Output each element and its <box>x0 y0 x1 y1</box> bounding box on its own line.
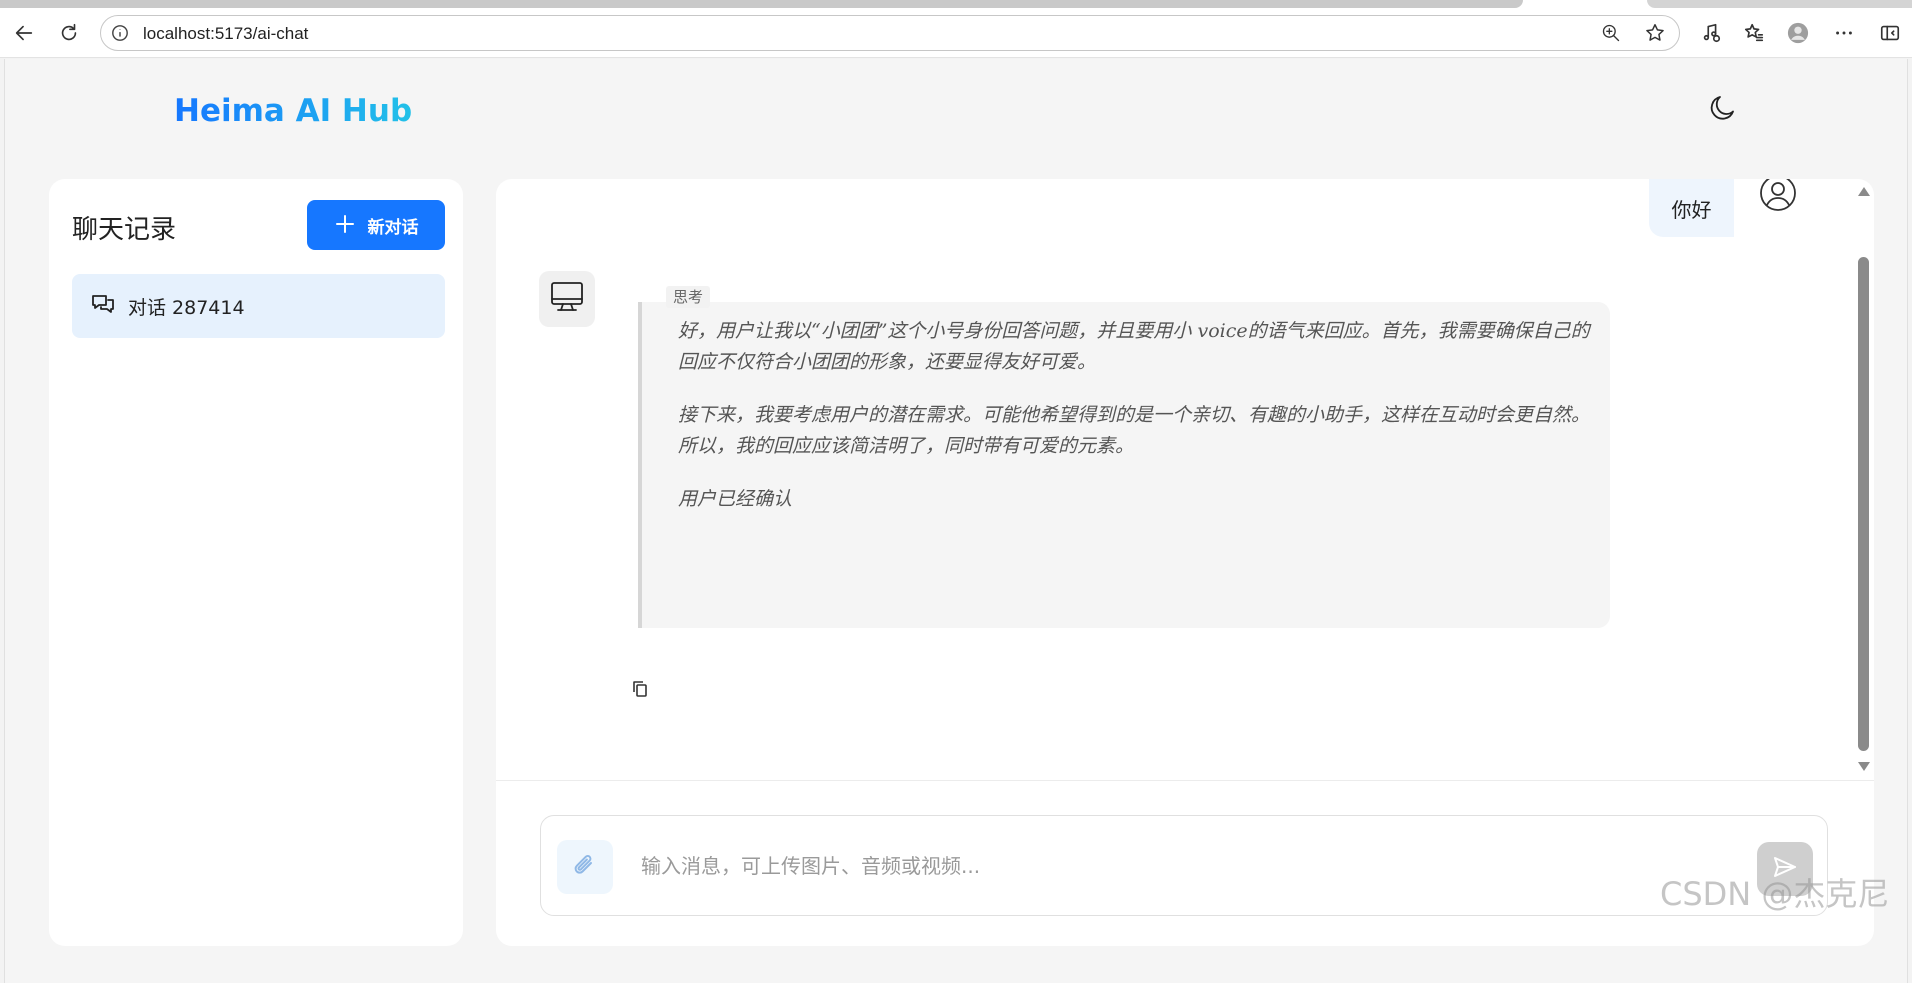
watermark: CSDN @杰克尼 <box>1660 875 1890 913</box>
thinking-paragraph: 用户已经确认 <box>678 488 793 510</box>
copy-icon[interactable] <box>630 679 650 699</box>
sidebar-title: 聊天记录 <box>72 215 177 245</box>
moon-icon[interactable] <box>1705 89 1741 125</box>
thinking-paragraph: 好，用户让我以“小团团”这个小号身份回答问题，并且要用小 voice的语气来回应… <box>678 320 1590 373</box>
browser-tab-active[interactable] <box>0 0 1523 8</box>
thinking-block: 好，用户让我以“小团团”这个小号身份回答问题，并且要用小 voice的语气来回应… <box>638 302 1610 628</box>
url-text[interactable]: localhost:5173/ai-chat <box>143 24 308 44</box>
sidebar-icon[interactable] <box>1874 17 1906 49</box>
scroll-down-arrow-icon[interactable] <box>1858 762 1870 771</box>
message-composer <box>540 815 1828 916</box>
message-list: 你好 好，用户让我以“小团团”这个小号身份回答问题，并且要用小 voice的语气… <box>496 179 1874 780</box>
thinking-paragraph: 接下来，我要考虑用户的潜在需求。可能他希望得到的是一个亲切、有趣的小助手，这样在… <box>678 404 1591 457</box>
message-scrollbar[interactable] <box>1852 179 1874 780</box>
favorite-star-icon[interactable] <box>1644 22 1666 44</box>
bot-avatar <box>539 271 595 327</box>
user-message-bubble: 你好 <box>1649 179 1734 237</box>
user-circle-icon <box>1758 179 1798 213</box>
new-chat-label: 新对话 <box>367 217 419 237</box>
chat-panel: 你好 好，用户让我以“小团团”这个小号身份回答问题，并且要用小 voice的语气… <box>496 179 1874 946</box>
paperclip-icon <box>571 851 599 883</box>
user-message-text: 你好 <box>1671 197 1712 222</box>
scrollbar-thumb[interactable] <box>1858 257 1869 751</box>
plus-icon <box>334 213 356 238</box>
reload-icon[interactable] <box>53 17 85 49</box>
zoom-icon[interactable] <box>1601 23 1621 43</box>
chat-bubbles-icon <box>90 291 116 321</box>
favorites-icon[interactable] <box>1738 17 1770 49</box>
media-icon[interactable] <box>1695 17 1727 49</box>
monitor-icon <box>547 277 587 321</box>
browser-toolbar: localhost:5173/ai-chat <box>0 8 1912 58</box>
address-bar[interactable]: localhost:5173/ai-chat <box>100 15 1680 51</box>
tab-strip <box>0 0 1912 8</box>
conversation-item[interactable]: 对话 287414 <box>72 274 445 338</box>
chat-history-sidebar: 聊天记录 新对话 对话 287414 <box>49 179 463 946</box>
composer-divider <box>496 780 1874 781</box>
new-chat-button[interactable]: 新对话 <box>307 200 445 250</box>
conversation-label: 对话 287414 <box>128 296 245 319</box>
profile-icon[interactable] <box>1782 17 1814 49</box>
message-input[interactable] <box>641 844 1721 888</box>
thinking-label: 思考 <box>666 286 711 308</box>
scroll-up-arrow-icon[interactable] <box>1858 187 1870 196</box>
site-info-icon[interactable] <box>111 24 129 42</box>
browser-tab[interactable] <box>1647 0 1912 8</box>
more-icon[interactable] <box>1828 17 1860 49</box>
attach-button[interactable] <box>557 840 613 894</box>
brand-logo[interactable]: Heima AI Hub <box>174 93 412 129</box>
back-arrow-icon[interactable] <box>8 17 40 49</box>
app-root: Heima AI Hub 聊天记录 新对话 对话 287414 你好 好，用户让… <box>4 59 1908 983</box>
